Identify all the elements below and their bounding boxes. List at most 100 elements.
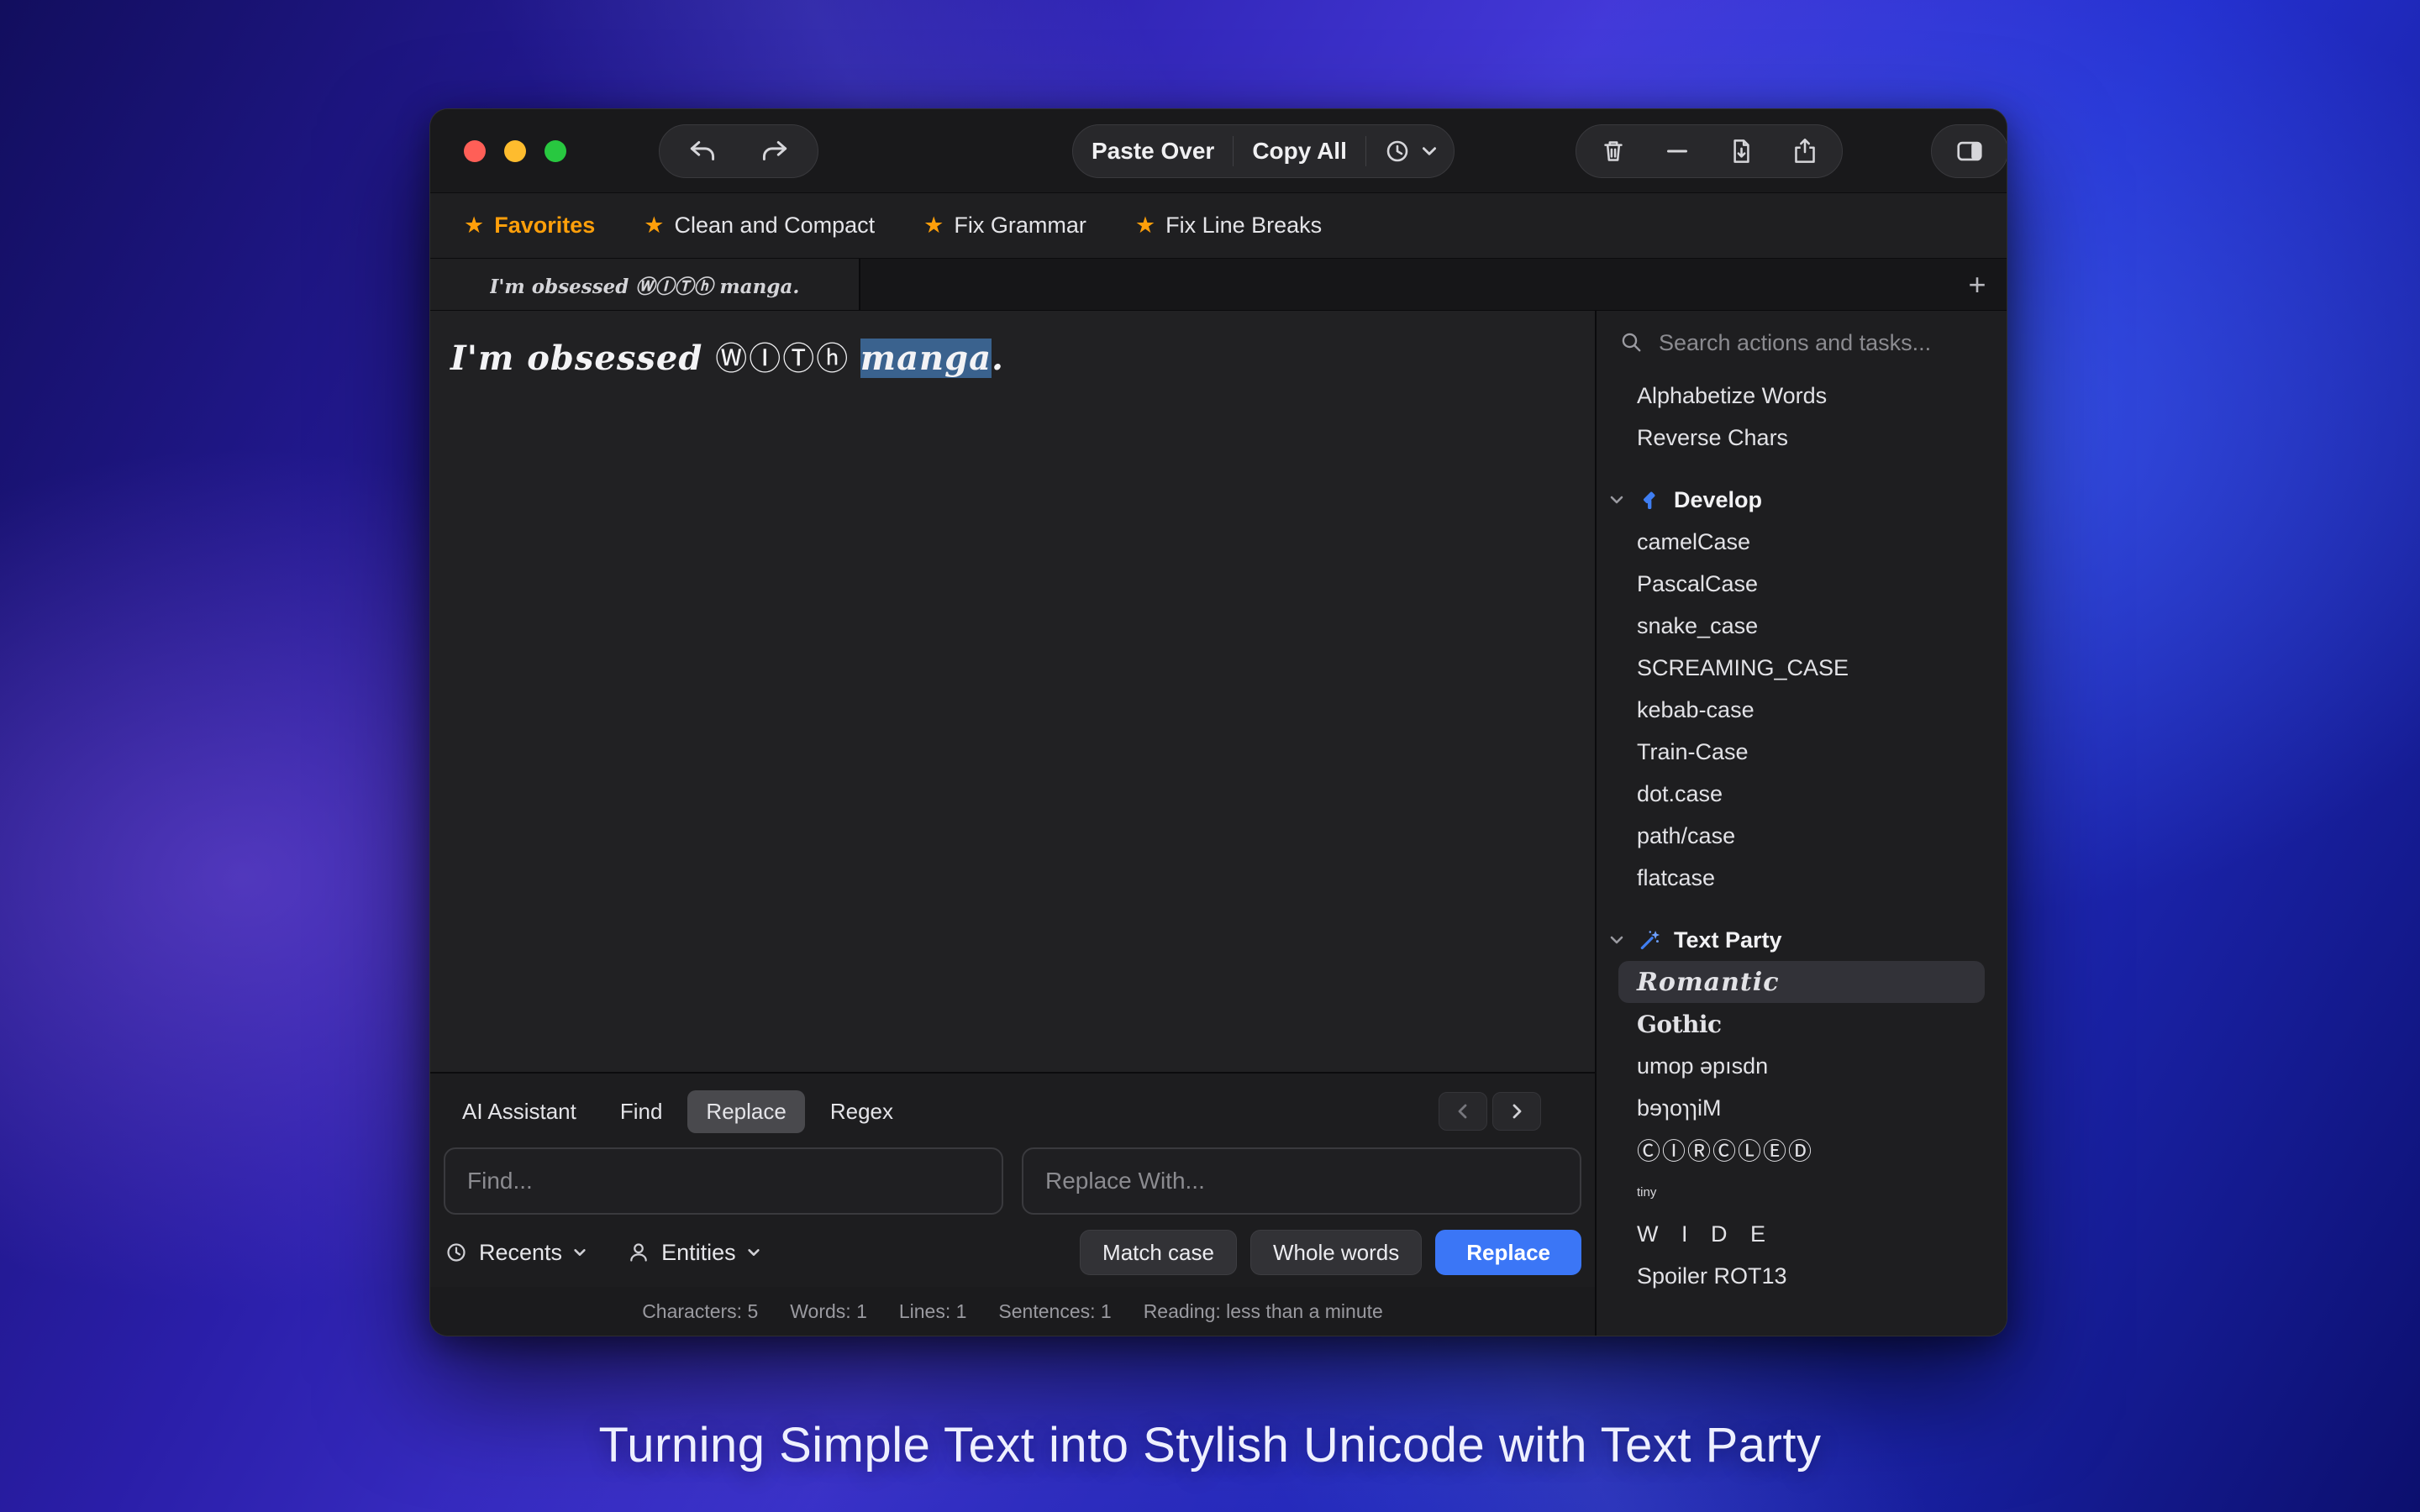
action-item-snake-case[interactable]: snake_case [1597, 605, 2007, 647]
replace-input[interactable] [1022, 1147, 1581, 1215]
traffic-lights [464, 140, 566, 162]
titlebar: Paste Over Copy All [430, 109, 2007, 193]
editor-text-selection: manga [860, 339, 992, 378]
action-label: SCREAMING_CASE [1637, 655, 1849, 681]
action-label: tiny [1637, 1185, 1656, 1200]
action-item-tiny[interactable]: tiny [1597, 1171, 2007, 1213]
action-item-screaming-case[interactable]: SCREAMING_CASE [1597, 647, 2007, 689]
action-item-kebab-case[interactable]: kebab-case [1597, 689, 2007, 731]
redo-button[interactable] [742, 124, 806, 178]
action-label: ⒸⒾⓇⒸⓁⒺⒹ [1637, 1133, 1813, 1167]
chevron-right-icon [1507, 1101, 1527, 1121]
action-item-gothic[interactable]: Gothic [1597, 1003, 2007, 1045]
action-label: snake_case [1637, 613, 1758, 639]
entities-menu-button[interactable]: Entities [626, 1240, 761, 1266]
minimize-window-button[interactable] [504, 140, 526, 162]
action-label: bɘɿoɿɿiM [1637, 1095, 1722, 1121]
find-replace-panel: AI Assistant Find Replace Regex [430, 1072, 1595, 1287]
clock-icon [444, 1240, 469, 1265]
document-tab[interactable]: I'm obsessed ⓌⒾⓉⓗ manga. [430, 259, 860, 310]
paste-over-button[interactable]: Paste Over [1073, 124, 1233, 178]
copy-all-button[interactable]: Copy All [1234, 124, 1365, 178]
zoom-window-button[interactable] [544, 140, 566, 162]
find-input[interactable] [444, 1147, 1003, 1215]
chevron-down-icon [1608, 491, 1625, 508]
action-label: kebab-case [1637, 697, 1754, 723]
magic-wand-icon [1637, 927, 1662, 953]
search-icon [1618, 329, 1645, 356]
star-icon: ★ [1135, 214, 1155, 237]
share-icon [1788, 134, 1822, 168]
action-label: flatcase [1637, 865, 1715, 891]
trash-icon [1597, 134, 1630, 168]
action-item-mirrored[interactable]: bɘɿoɿɿiM [1597, 1087, 2007, 1129]
next-match-button[interactable] [1492, 1092, 1541, 1131]
action-item-alphabetize-words[interactable]: Alphabetize Words [1597, 375, 2007, 417]
star-icon: ★ [923, 214, 944, 237]
actions-sidebar: Alphabetize Words Reverse Chars [1595, 311, 2007, 1336]
tab-bar: I'm obsessed ⓌⒾⓉⓗ manga. + [430, 259, 2007, 311]
recents-label: Recents [479, 1240, 562, 1266]
tab-title: I'm obsessed ⓌⒾⓉⓗ manga. [490, 270, 800, 299]
action-item-romantic[interactable]: Romantic [1618, 961, 1985, 1003]
tab-find[interactable]: Find [602, 1090, 681, 1133]
action-label: dot.case [1637, 781, 1723, 807]
action-item-flatcase[interactable]: flatcase [1597, 857, 2007, 899]
chevron-down-icon [746, 1245, 761, 1260]
action-item-dot-case[interactable]: dot.case [1597, 773, 2007, 815]
recents-menu-button[interactable]: Recents [444, 1240, 587, 1266]
favorite-clean-and-compact[interactable]: ★ Clean and Compact [644, 213, 875, 239]
action-item-reverse-chars[interactable]: Reverse Chars [1597, 417, 2007, 459]
action-label: Train-Case [1637, 739, 1749, 765]
add-tab-button[interactable]: + [1948, 259, 2007, 310]
action-item-camelcase[interactable]: camelCase [1597, 521, 2007, 563]
undo-button[interactable] [671, 124, 735, 178]
previous-match-button[interactable] [1439, 1092, 1487, 1131]
actions-list: Alphabetize Words Reverse Chars [1597, 375, 2007, 1336]
favorite-fix-line-breaks[interactable]: ★ Fix Line Breaks [1135, 213, 1322, 239]
group-text-party[interactable]: Text Party [1597, 919, 2007, 961]
action-item-upside-down[interactable]: umop ǝpısdn [1597, 1045, 2007, 1087]
redo-icon [757, 134, 791, 168]
action-item-spoiler-rot13[interactable]: Spoiler ROT13 [1597, 1255, 2007, 1297]
editor-text-segment: I'm obsessed [450, 339, 715, 378]
favorite-label: Fix Grammar [954, 213, 1086, 239]
import-file-button[interactable] [1709, 124, 1773, 178]
action-item-train-case[interactable]: Train-Case [1597, 731, 2007, 773]
hammer-icon [1637, 487, 1662, 512]
close-window-button[interactable] [464, 140, 486, 162]
toggle-sidebar-button[interactable] [1937, 124, 2002, 178]
find-panel-tabs-row: AI Assistant Find Replace Regex [444, 1089, 1581, 1134]
tab-ai-assistant[interactable]: AI Assistant [444, 1090, 595, 1133]
search-input[interactable] [1659, 330, 1985, 356]
sidebar-toggle-icon [1952, 134, 1987, 169]
caption-text: Turning Simple Text into Stylish Unicode… [0, 1417, 2420, 1473]
dash-icon [1660, 134, 1694, 168]
whole-words-toggle[interactable]: Whole words [1250, 1230, 1422, 1275]
action-item-pascalcase[interactable]: PascalCase [1597, 563, 2007, 605]
delete-button[interactable] [1581, 124, 1645, 178]
group-develop[interactable]: Develop [1597, 479, 2007, 521]
favorites-tab[interactable]: ★ Favorites [464, 213, 595, 239]
text-editor[interactable]: I'm obsessed ⓌⒾⓉⓗ manga. [430, 311, 1595, 1072]
action-item-wide[interactable]: W I D E [1597, 1213, 2007, 1255]
status-words: Words: 1 [790, 1300, 867, 1323]
undo-icon [687, 134, 720, 168]
tab-regex[interactable]: Regex [812, 1090, 912, 1133]
group-label: Develop [1674, 487, 1762, 513]
clear-button[interactable] [1645, 124, 1709, 178]
action-item-circled[interactable]: ⒸⒾⓇⒸⓁⒺⒹ [1597, 1129, 2007, 1171]
find-options-left: Recents Entities [444, 1240, 761, 1266]
favorite-fix-grammar[interactable]: ★ Fix Grammar [923, 213, 1086, 239]
tab-replace[interactable]: Replace [687, 1090, 804, 1133]
share-button[interactable] [1773, 124, 1837, 178]
sidebar-search [1597, 311, 2007, 375]
replace-button[interactable]: Replace [1435, 1230, 1581, 1275]
status-sentences: Sentences: 1 [998, 1300, 1111, 1323]
action-item-path-case[interactable]: path/case [1597, 815, 2007, 857]
favorites-bar: ★ Favorites ★ Clean and Compact ★ Fix Gr… [430, 193, 2007, 259]
history-menu-button[interactable] [1366, 124, 1454, 178]
status-bar: Characters: 5 Words: 1 Lines: 1 Sentence… [430, 1287, 1595, 1336]
action-label: Gothic [1637, 1011, 1722, 1038]
match-case-toggle[interactable]: Match case [1080, 1230, 1237, 1275]
